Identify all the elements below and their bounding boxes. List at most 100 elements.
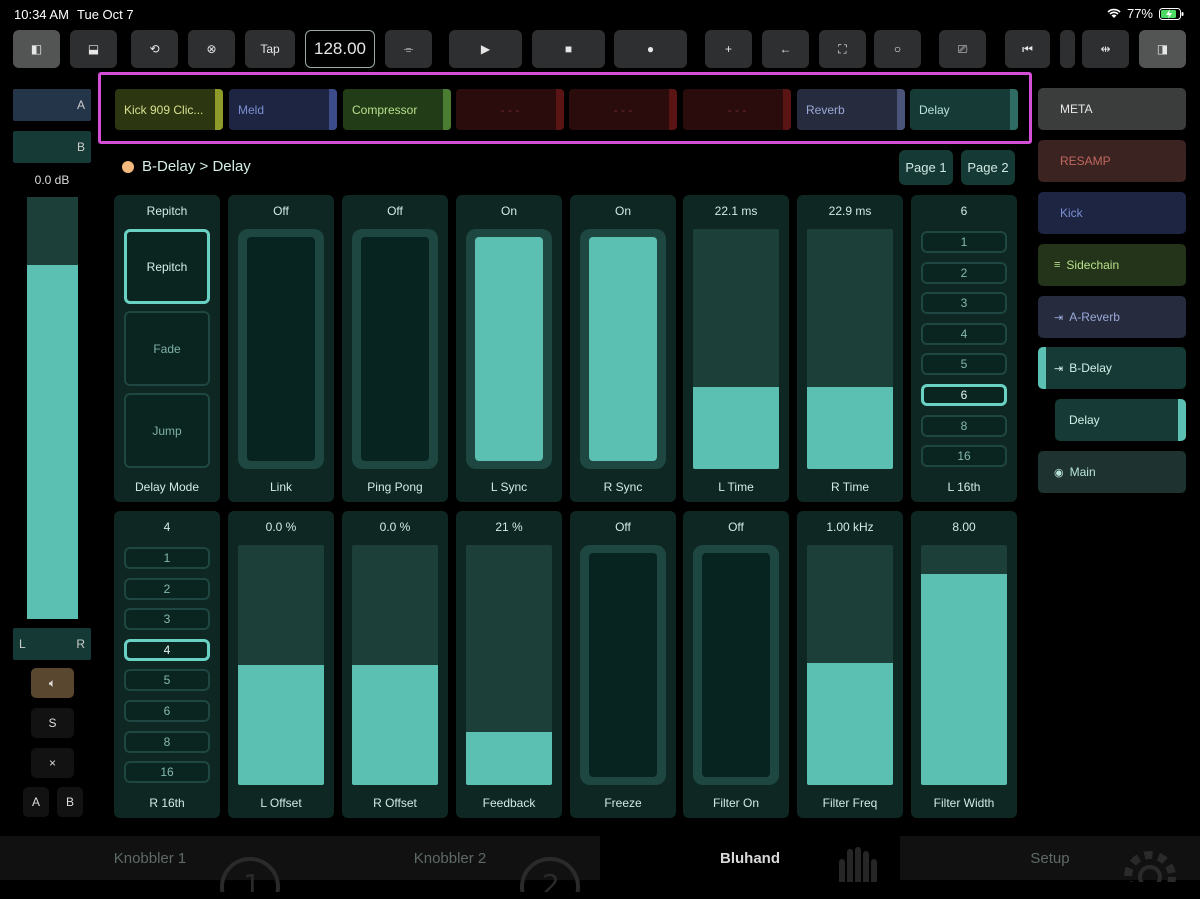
mode-option-jump[interactable]: Jump: [124, 393, 210, 468]
device-slot[interactable]: - - -: [456, 89, 564, 130]
option-1[interactable]: 1: [921, 231, 1007, 253]
track-kick[interactable]: Kick: [1038, 192, 1186, 234]
track-main[interactable]: ◉ Main: [1038, 451, 1186, 493]
crossfade-b-button[interactable]: B: [57, 787, 83, 817]
mode-option-fade[interactable]: Fade: [124, 311, 210, 386]
option-1[interactable]: 1: [124, 547, 210, 569]
back-button[interactable]: ←: [762, 30, 809, 68]
track-sidechain[interactable]: ≡ Sidechain: [1038, 244, 1186, 286]
param-r-time: 22.9 ms R Time: [797, 195, 903, 502]
cassette-button[interactable]: ⌯: [385, 30, 432, 68]
param-value: Off: [728, 520, 744, 534]
param-slider[interactable]: [921, 545, 1007, 785]
stop-button[interactable]: ■: [532, 30, 605, 68]
send-a-button[interactable]: A: [13, 89, 91, 121]
bottom-panel-toggle-button[interactable]: ⬓: [70, 30, 117, 68]
option-6[interactable]: 6: [921, 384, 1007, 406]
param-toggle[interactable]: [693, 545, 779, 785]
circle-button[interactable]: ○: [874, 30, 921, 68]
mute-button[interactable]: 🔈︎: [31, 668, 74, 698]
volume-fader[interactable]: [27, 197, 78, 619]
tab-knobbler-2[interactable]: Knobbler 2 2: [300, 836, 600, 892]
right-panel-toggle-button[interactable]: ◨: [1139, 30, 1186, 68]
record-button[interactable]: ●: [614, 30, 687, 68]
option-2[interactable]: 2: [921, 261, 1007, 284]
device-slot[interactable]: Delay: [910, 89, 1018, 130]
track-b-delay[interactable]: ⇥ B-Delay: [1038, 347, 1186, 389]
option-8[interactable]: 8: [921, 414, 1007, 437]
device-slot[interactable]: Kick 909 Clic...: [115, 89, 223, 130]
param-toggle[interactable]: [580, 545, 666, 785]
play-button[interactable]: ▶: [449, 30, 522, 68]
tab-bluhand[interactable]: Bluhand: [600, 836, 900, 882]
skip-back-button[interactable]: ⏮: [1005, 30, 1050, 68]
device-slot[interactable]: Reverb: [797, 89, 905, 130]
option-4[interactable]: 4: [124, 638, 210, 661]
param-value: 8.00: [952, 520, 976, 534]
device-slot[interactable]: - - -: [569, 89, 677, 130]
param-toggle[interactable]: [352, 229, 438, 469]
device-color-bar: [897, 89, 905, 130]
option-4[interactable]: 4: [921, 322, 1007, 345]
close-track-button[interactable]: ×: [31, 748, 74, 778]
device-slot[interactable]: Meld: [229, 89, 337, 130]
param-toggle[interactable]: [238, 229, 324, 469]
track-delay[interactable]: Delay: [1055, 399, 1186, 441]
clear-button[interactable]: ⊗: [188, 30, 235, 68]
option-3[interactable]: 3: [921, 292, 1007, 315]
option-5[interactable]: 5: [124, 669, 210, 692]
param-slider[interactable]: [238, 545, 324, 785]
track-resamp[interactable]: RESAMP: [1038, 140, 1186, 182]
param-toggle[interactable]: [580, 229, 666, 469]
crossfade-a-button[interactable]: A: [23, 787, 49, 817]
option-5[interactable]: 5: [921, 353, 1007, 376]
option-2[interactable]: 2: [124, 577, 210, 600]
toggle-state: [475, 237, 543, 461]
track-a-reverb[interactable]: ⇥ A-Reverb: [1038, 296, 1186, 338]
device-slot[interactable]: - - -: [683, 89, 791, 130]
loop-button[interactable]: ⟲: [131, 30, 178, 68]
param-slider[interactable]: [352, 545, 438, 785]
option-16[interactable]: 16: [124, 761, 210, 784]
pan-control[interactable]: L R: [13, 628, 91, 660]
option-6[interactable]: 6: [124, 700, 210, 722]
tab-setup[interactable]: Setup: [900, 836, 1200, 882]
page-2-button[interactable]: Page 2: [961, 150, 1015, 185]
device-color-bar: [1010, 89, 1018, 130]
track-type-icon: ◉: [1054, 466, 1064, 479]
param-slider[interactable]: [693, 229, 779, 469]
option-3[interactable]: 3: [124, 608, 210, 631]
option-16[interactable]: 16: [921, 445, 1007, 468]
param-value: 1.00 kHz: [826, 520, 874, 534]
loop-icon: ⟲: [149, 42, 160, 56]
add-button[interactable]: +: [705, 30, 752, 68]
page-1-button[interactable]: Page 1: [899, 150, 953, 185]
track-meta[interactable]: META: [1038, 88, 1186, 130]
param-r-sync: On R Sync: [570, 195, 676, 502]
param-slider[interactable]: [807, 545, 893, 785]
tab-label: Knobbler 2: [413, 849, 487, 867]
tap-tempo-button[interactable]: Tap: [245, 30, 295, 68]
param-label: L Time: [718, 480, 754, 494]
option-8[interactable]: 8: [124, 730, 210, 753]
device-name: - - -: [727, 102, 747, 117]
fullscreen-button[interactable]: ⛶: [819, 30, 866, 68]
split-button[interactable]: ⇹: [1082, 30, 1129, 68]
param-slider[interactable]: [466, 545, 552, 785]
tab-knobbler-1[interactable]: Knobbler 1 1: [0, 836, 300, 892]
cast-button[interactable]: ⎚: [939, 30, 986, 68]
track-name: Kick: [1060, 206, 1083, 220]
param-toggle[interactable]: [466, 229, 552, 469]
param-l-offset: 0.0 % L Offset: [228, 511, 334, 818]
toggle-state: [702, 553, 770, 777]
solo-button[interactable]: S: [31, 708, 74, 738]
send-b-button[interactable]: B: [13, 131, 91, 163]
scroll-edge[interactable]: [1060, 30, 1075, 68]
cassette-icon: ⌯: [403, 41, 414, 56]
device-slot[interactable]: Compressor: [343, 89, 451, 130]
param-slider[interactable]: [807, 229, 893, 469]
bpm-field[interactable]: 128.00: [305, 30, 375, 68]
toggle-state: [589, 237, 657, 461]
left-panel-toggle-button[interactable]: ◧: [13, 30, 60, 68]
mode-option-repitch[interactable]: Repitch: [124, 229, 210, 304]
